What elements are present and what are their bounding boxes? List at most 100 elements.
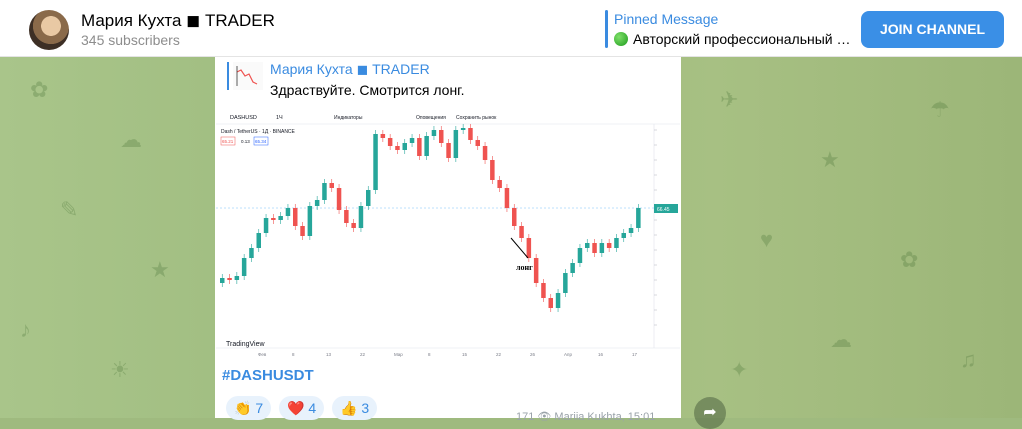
thumbs-up-icon: 👍 bbox=[340, 400, 358, 416]
candle bbox=[555, 293, 561, 308]
candle bbox=[387, 138, 393, 146]
candle bbox=[460, 128, 466, 130]
candle bbox=[482, 146, 488, 160]
candle bbox=[490, 160, 495, 180]
green-circle-icon bbox=[614, 32, 628, 46]
time-axis-label: 22 bbox=[496, 352, 502, 357]
doodle-icon: ♪ bbox=[20, 317, 31, 342]
chart-toolbar-indicators: Индикаторы bbox=[334, 115, 363, 121]
doodle-icon: ☁ bbox=[120, 127, 142, 152]
doodle-icon: ♥ bbox=[760, 227, 774, 252]
candle bbox=[300, 226, 305, 236]
reply-indicator bbox=[227, 62, 229, 90]
candle bbox=[380, 134, 386, 138]
doodle-icon: ✈ bbox=[720, 87, 739, 112]
candle bbox=[249, 248, 254, 258]
reply-text: Здраствуйте. Смотрится лонг. bbox=[270, 82, 465, 98]
candle bbox=[234, 276, 240, 280]
pinned-message-preview[interactable]: Авторский профессиональный … bbox=[614, 31, 854, 47]
reaction-heart[interactable]: ❤️ 4 bbox=[279, 396, 325, 420]
candle bbox=[358, 206, 364, 228]
candle bbox=[431, 130, 437, 136]
candle bbox=[293, 208, 298, 226]
candle bbox=[636, 208, 641, 228]
candle bbox=[373, 134, 378, 190]
candle bbox=[526, 238, 532, 258]
time-axis-label: 13 bbox=[326, 352, 332, 357]
reaction-count: 3 bbox=[361, 400, 370, 416]
candle bbox=[446, 143, 451, 158]
share-icon[interactable]: ➦ bbox=[694, 397, 726, 429]
candle bbox=[628, 228, 634, 233]
join-channel-button[interactable]: JOIN CHANNEL bbox=[861, 11, 1004, 48]
reaction-count: 4 bbox=[308, 400, 317, 416]
clap-icon: 👏 bbox=[234, 400, 252, 416]
chart-price-box: 65.21 bbox=[222, 139, 234, 144]
pinned-title[interactable]: Pinned Message bbox=[614, 11, 718, 27]
candle bbox=[322, 183, 327, 200]
candle bbox=[256, 233, 261, 248]
candle bbox=[468, 128, 473, 140]
reaction-count: 7 bbox=[255, 400, 264, 416]
time-axis-label: Апр bbox=[564, 352, 572, 357]
reaction-thumbs-up[interactable]: 👍 3 bbox=[332, 396, 378, 420]
candle bbox=[475, 140, 480, 146]
candle bbox=[241, 258, 247, 276]
doodle-icon: ✿ bbox=[30, 77, 49, 102]
candle bbox=[577, 248, 583, 263]
message-meta: 171 👁 Mariia Kukhta, 15:01 bbox=[516, 411, 656, 423]
candle bbox=[453, 130, 459, 158]
avatar[interactable] bbox=[29, 10, 69, 50]
chart-symbol: DASHUSD bbox=[230, 115, 257, 121]
chart-image[interactable]: DASHUSD 1Ч Индикаторы Оповещения Сохрани… bbox=[216, 108, 680, 360]
candle bbox=[220, 278, 225, 283]
chart-price-box: 65.34 bbox=[255, 139, 267, 144]
chart-watermark: TradingView bbox=[226, 341, 265, 348]
candle bbox=[351, 223, 356, 228]
chart-annotation: лонг bbox=[516, 263, 533, 272]
chart-price-box: 0.13 bbox=[241, 139, 250, 144]
candle bbox=[417, 138, 422, 156]
candle bbox=[271, 218, 276, 220]
candle bbox=[570, 263, 575, 273]
channel-header: Мария Кухта ◼ TRADER 345 subscribers Pin… bbox=[0, 0, 1022, 57]
time-axis-label: 22 bbox=[360, 352, 366, 357]
candle bbox=[439, 130, 444, 143]
doodle-icon: ☁ bbox=[830, 327, 852, 352]
doodle-icon: ★ bbox=[150, 257, 170, 282]
time-axis-label: 15 bbox=[462, 352, 468, 357]
candle bbox=[344, 210, 349, 223]
hashtag-link[interactable]: #DASHUSDT bbox=[222, 367, 314, 384]
pinned-text: Авторский профессиональный … bbox=[633, 31, 851, 47]
time-axis-label: Фев bbox=[258, 352, 267, 357]
candle bbox=[336, 188, 342, 210]
candle bbox=[366, 190, 371, 206]
candle bbox=[519, 226, 524, 238]
doodle-icon: ☂ bbox=[930, 97, 950, 122]
chart-toolbar-save: Сохранить рынок bbox=[456, 115, 497, 121]
heart-icon: ❤️ bbox=[287, 400, 305, 416]
candle bbox=[395, 146, 400, 150]
reaction-clap[interactable]: 👏 7 bbox=[226, 396, 272, 420]
candle bbox=[278, 216, 283, 220]
candle bbox=[504, 188, 510, 208]
chart-legend: Dash / TetherUS · 1Д · BINANCE bbox=[221, 129, 296, 135]
doodle-icon: ★ bbox=[820, 147, 840, 172]
candle bbox=[329, 183, 334, 188]
candle bbox=[548, 298, 553, 308]
candle bbox=[227, 278, 232, 280]
channel-title[interactable]: Мария Кухта ◼ TRADER bbox=[81, 11, 275, 31]
candle bbox=[497, 180, 502, 188]
subscriber-count: 345 subscribers bbox=[81, 32, 180, 48]
candle bbox=[263, 218, 269, 233]
candle bbox=[563, 273, 568, 293]
candle bbox=[285, 208, 291, 216]
candle bbox=[424, 136, 429, 156]
time-axis-label: 26 bbox=[530, 352, 536, 357]
chart-interval: 1Ч bbox=[276, 115, 283, 121]
time-axis-label: Мар bbox=[394, 352, 403, 357]
reply-author[interactable]: Мария Кухта ◼ TRADER bbox=[270, 61, 430, 78]
doodle-icon: ✦ bbox=[730, 357, 749, 382]
candle bbox=[409, 138, 415, 143]
pinned-indicator bbox=[605, 10, 608, 48]
